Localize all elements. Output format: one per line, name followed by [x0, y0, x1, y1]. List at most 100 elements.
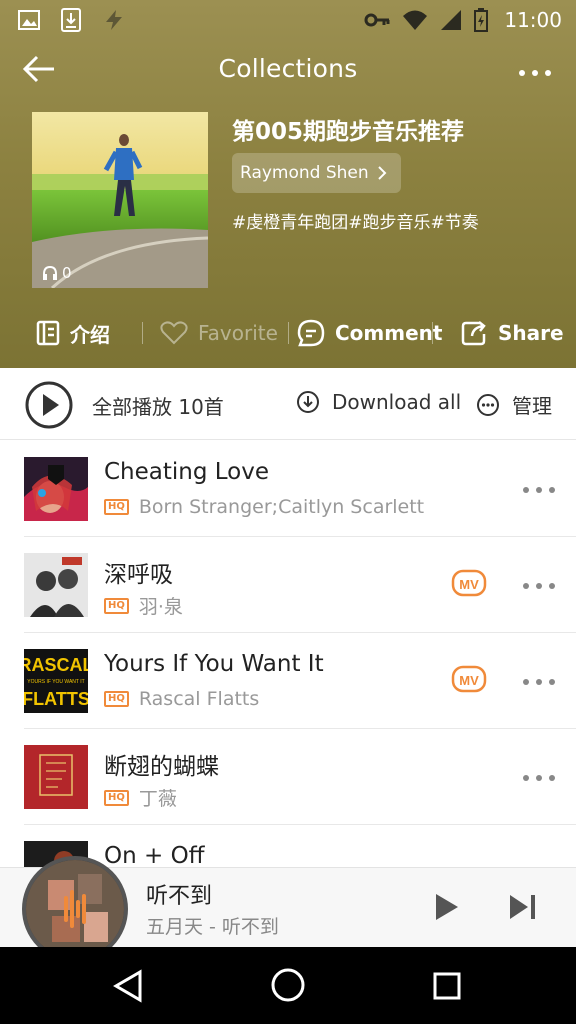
comment-icon	[297, 319, 325, 347]
page-title: Collections	[218, 54, 358, 83]
skip-next-icon	[510, 895, 535, 919]
nav-back-button[interactable]	[112, 969, 144, 1007]
playlist-cover[interactable]: 0	[32, 112, 208, 288]
comment-label: Comment	[335, 321, 443, 345]
cover-image	[32, 112, 208, 288]
more-icon	[523, 487, 555, 493]
mini-player[interactable]: 听不到 五月天 - 听不到	[0, 856, 576, 962]
song-title: Cheating Love	[104, 459, 270, 485]
headphones-icon	[43, 266, 57, 280]
hq-badge: HQ	[104, 691, 129, 707]
nav-home-icon	[271, 968, 305, 1002]
nav-recents-icon	[433, 972, 461, 1000]
divider	[288, 322, 289, 344]
album-art	[24, 553, 88, 617]
divider	[432, 322, 433, 344]
song-row[interactable]: RASCAL YOURS IF YOU WANT IT FLATTS Yours…	[0, 633, 576, 729]
play-all-button[interactable]: 全部播放 10首	[24, 380, 224, 430]
song-meta: HQ 丁薇	[104, 784, 177, 811]
play-count-value: 0	[62, 264, 72, 282]
album-art-text: RASCAL	[24, 655, 88, 675]
nav-recents-button[interactable]	[432, 971, 462, 1005]
mv-button[interactable]: MV	[451, 665, 487, 699]
share-label: Share	[498, 321, 564, 345]
song-title: 深呼吸	[104, 562, 173, 588]
share-button[interactable]: Share	[460, 310, 564, 356]
mv-button[interactable]: MV	[451, 569, 487, 603]
song-more-button[interactable]	[522, 767, 556, 786]
song-artist: Rascal Flatts	[138, 688, 260, 710]
more-icon	[523, 775, 555, 781]
song-cover: RASCAL YOURS IF YOU WANT IT FLATTS	[24, 649, 88, 713]
next-track-button[interactable]	[506, 892, 540, 926]
song-meta: HQ Rascal Flatts	[104, 688, 259, 710]
song-cover	[24, 457, 88, 521]
status-time: 11:00	[504, 8, 562, 32]
more-options-button[interactable]	[518, 62, 552, 81]
intro-label: 介绍	[70, 322, 110, 347]
song-more-button[interactable]	[522, 575, 556, 594]
download-all-label: Download all	[332, 390, 462, 414]
song-artist: 丁薇	[138, 788, 177, 810]
song-title: Yours If You Want It	[104, 651, 324, 677]
play-icon	[436, 894, 458, 920]
song-row[interactable]: 断翅的蝴蝶 HQ 丁薇	[0, 729, 576, 825]
download-circle-icon	[297, 391, 319, 413]
manage-label: 管理	[512, 394, 552, 418]
download-icon	[60, 8, 82, 32]
mv-icon: MV	[451, 569, 487, 597]
playlist-tags[interactable]: #虔橙青年跑团#跑步音乐#节奏	[232, 208, 479, 233]
app-bar: Collections	[0, 40, 576, 100]
action-bar: 介绍 Favorite Comment Share	[0, 310, 576, 356]
song-row[interactable]: 深呼吸 HQ 羽·泉 MV	[0, 537, 576, 633]
song-row[interactable]: Cheating Love HQ Born Stranger;Caitlyn S…	[0, 441, 576, 537]
favorite-button[interactable]: Favorite	[160, 310, 278, 356]
now-playing-subtitle: 五月天 - 听不到	[146, 916, 279, 938]
song-more-button[interactable]	[522, 671, 556, 690]
manage-button[interactable]: 管理	[476, 390, 552, 419]
play-count: 0	[42, 264, 72, 282]
signal-icon	[440, 9, 462, 31]
author-button[interactable]: Raymond Shen	[232, 153, 401, 193]
play-circle-icon	[25, 381, 73, 429]
more-icon	[523, 583, 555, 589]
nav-home-button[interactable]	[270, 967, 306, 1007]
song-cover	[24, 553, 88, 617]
divider	[142, 322, 143, 344]
mv-icon: MV	[451, 665, 487, 693]
key-icon	[364, 10, 390, 30]
song-artist: Born Stranger;Caitlyn Scarlett	[138, 496, 425, 518]
song-artist: 羽·泉	[138, 596, 183, 618]
mv-label: MV	[459, 577, 479, 592]
song-meta: HQ 羽·泉	[104, 592, 183, 619]
now-playing-title: 听不到	[146, 884, 213, 909]
album-art-text: FLATTS	[24, 689, 88, 709]
wifi-icon	[402, 9, 428, 31]
download-all-button[interactable]: Download all	[296, 390, 461, 414]
nav-back-icon	[113, 969, 142, 1003]
status-bar: 11:00	[0, 0, 576, 40]
hq-badge: HQ	[104, 597, 129, 614]
song-title: On + Off	[104, 843, 205, 867]
flash-icon	[102, 8, 126, 32]
hq-badge: HQ	[104, 789, 129, 806]
author-name: Raymond Shen	[240, 163, 369, 183]
intro-button[interactable]: 介绍	[36, 310, 110, 356]
battery-icon	[474, 8, 489, 32]
album-art: RASCAL YOURS IF YOU WANT IT FLATTS	[24, 649, 88, 713]
comment-button[interactable]: Comment	[297, 310, 442, 356]
list-toolbar: 全部播放 10首 Download all 管理	[0, 368, 576, 440]
mv-label: MV	[459, 673, 479, 688]
chevron-right-icon	[377, 166, 387, 180]
more-icon	[519, 70, 551, 76]
more-icon	[523, 679, 555, 685]
album-art-text: YOURS IF YOU WANT IT	[27, 679, 84, 685]
play-button[interactable]	[430, 890, 464, 928]
heart-icon	[160, 321, 188, 345]
share-icon	[461, 321, 486, 346]
song-title: 断翅的蝴蝶	[104, 754, 219, 780]
intro-icon	[36, 320, 60, 346]
playlist-title: 第005期跑步音乐推荐	[232, 119, 465, 145]
song-more-button[interactable]	[522, 479, 556, 498]
song-list: Cheating Love HQ Born Stranger;Caitlyn S…	[0, 441, 576, 867]
